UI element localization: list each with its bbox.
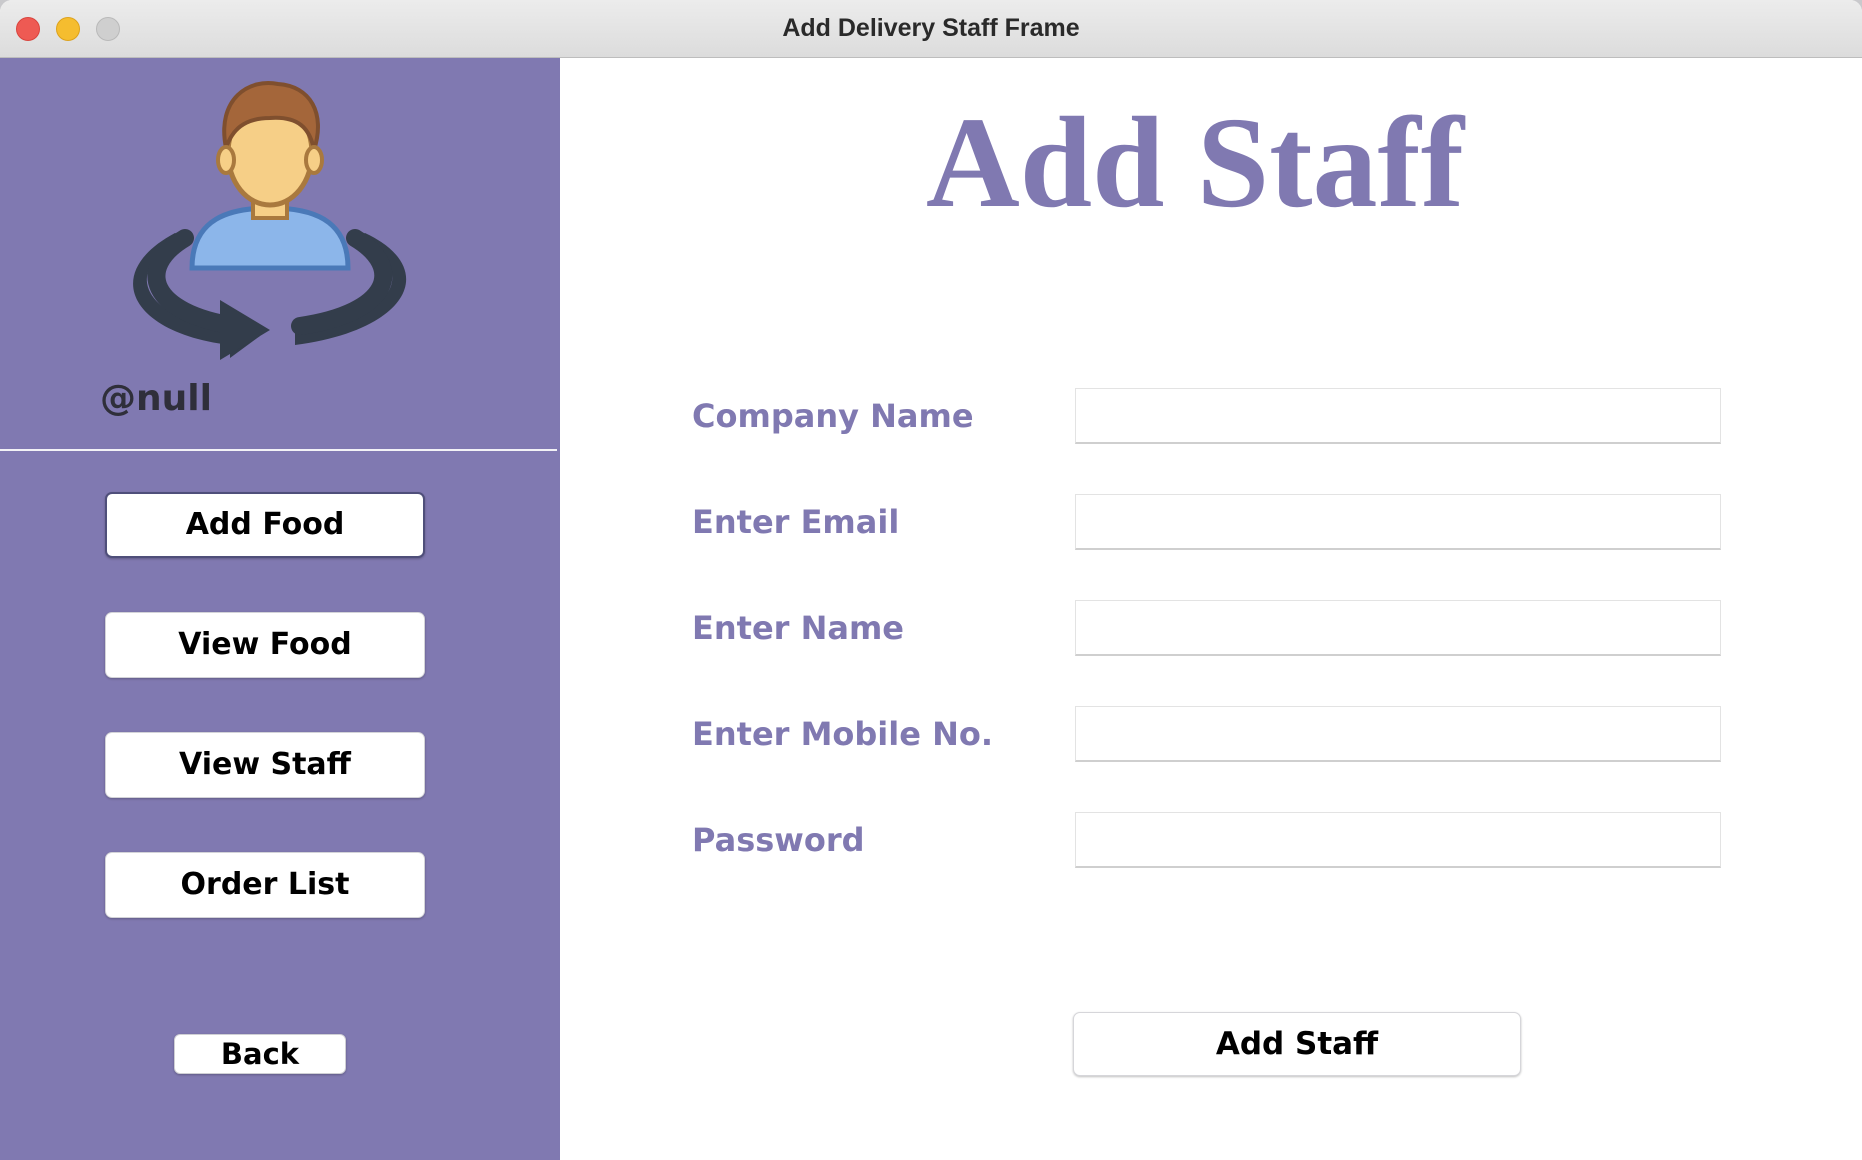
username-label: @null [100, 378, 212, 419]
email-label: Enter Email [692, 503, 900, 541]
view-food-button[interactable]: View Food [105, 612, 425, 678]
main-panel: Add Staff Company Name Enter Email Enter… [560, 58, 1862, 1160]
company-name-label: Company Name [692, 397, 974, 435]
window-title: Add Delivery Staff Frame [782, 14, 1080, 42]
email-input[interactable] [1075, 494, 1721, 550]
password-label: Password [692, 821, 865, 859]
name-input[interactable] [1075, 600, 1721, 656]
app-window: Add Delivery Staff Frame @null Add Food … [0, 0, 1862, 1160]
user-rotate-icon [133, 81, 407, 360]
password-input[interactable] [1075, 812, 1721, 868]
sidebar: @null Add Food View Food View Staff Orde… [0, 58, 560, 1160]
view-staff-button[interactable]: View Staff [105, 732, 425, 798]
order-list-button[interactable]: Order List [105, 852, 425, 918]
back-button[interactable]: Back [174, 1034, 346, 1074]
title-bar: Add Delivery Staff Frame [0, 0, 1862, 58]
add-staff-button[interactable]: Add Staff [1073, 1012, 1521, 1076]
mobile-label: Enter Mobile No. [692, 715, 993, 753]
mobile-input[interactable] [1075, 706, 1721, 762]
page-title: Add Staff [925, 91, 1465, 235]
company-name-input[interactable] [1075, 388, 1721, 444]
sidebar-divider [0, 449, 557, 451]
add-food-button[interactable]: Add Food [105, 492, 425, 558]
name-label: Enter Name [692, 609, 904, 647]
